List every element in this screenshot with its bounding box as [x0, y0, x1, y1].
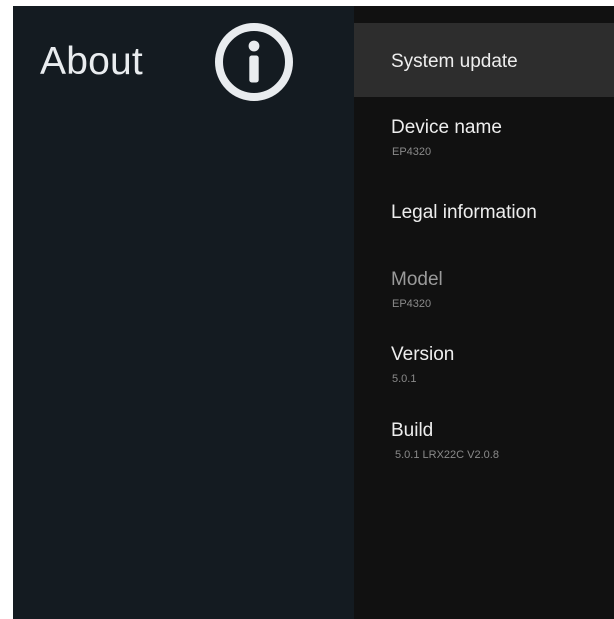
model-value: EP4320	[392, 298, 432, 310]
system-update-item[interactable]: System update	[354, 23, 614, 97]
version-value: 5.0.1	[392, 373, 417, 385]
build-label: Build	[391, 420, 434, 441]
device-name-value: EP4320	[392, 146, 432, 158]
page-title: About	[40, 40, 143, 83]
model-label: Model	[391, 269, 443, 290]
info-icon	[215, 23, 293, 101]
legal-information-label: Legal information	[391, 202, 537, 223]
device-name-item[interactable]: Device name EP4320	[354, 97, 614, 173]
model-item: Model EP4320	[354, 249, 614, 325]
system-update-label: System update	[391, 51, 518, 72]
build-item[interactable]: Build 5.0.1 LRX22C V2.0.8	[354, 401, 614, 477]
build-value: 5.0.1 LRX22C V2.0.8	[395, 449, 499, 461]
version-label: Version	[391, 344, 455, 365]
device-name-label: Device name	[391, 117, 502, 138]
about-settings-screen: About System update Device name EP4320 L…	[13, 6, 614, 619]
version-item[interactable]: Version 5.0.1	[354, 325, 614, 401]
about-header-panel: About	[13, 6, 354, 619]
legal-information-item[interactable]: Legal information	[354, 173, 614, 249]
about-settings-list: System update Device name EP4320 Legal i…	[354, 6, 614, 619]
